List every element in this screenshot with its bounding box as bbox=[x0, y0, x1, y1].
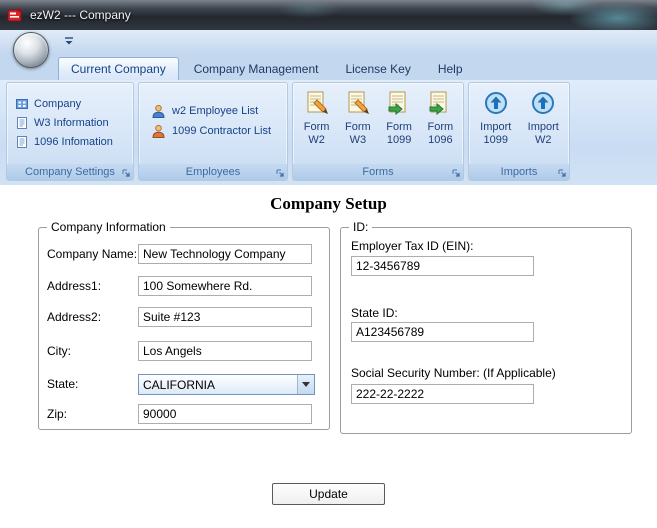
quick-access-toolbar bbox=[0, 30, 657, 54]
address1-input[interactable] bbox=[138, 276, 312, 296]
import-circle-arrow-icon bbox=[483, 90, 509, 116]
button-label-line: W2 bbox=[308, 134, 325, 146]
button-label-line: W2 bbox=[535, 134, 552, 146]
state-id-label: State ID: bbox=[351, 306, 398, 320]
main-content: Company Setup Company Information Compan… bbox=[0, 185, 657, 528]
groupbox-legend: Company Information bbox=[47, 220, 170, 234]
ribbon-item-w3-information[interactable]: W3 Information bbox=[7, 113, 133, 132]
group-label-text: Company Settings bbox=[25, 166, 115, 178]
button-label-line: W3 bbox=[349, 134, 367, 146]
ribbon-item-label: W3 Information bbox=[34, 116, 109, 129]
contractor-1099-list-button[interactable]: 1099 Contractor List bbox=[139, 121, 287, 141]
button-label-line: Form bbox=[386, 121, 412, 133]
button-label-line: Form bbox=[345, 121, 371, 133]
w2-employee-list-button[interactable]: w2 Employee List bbox=[139, 101, 287, 121]
ssn-input[interactable] bbox=[351, 384, 534, 404]
button-label-line: Import bbox=[480, 121, 512, 133]
button-label-line: 1099 bbox=[386, 134, 412, 146]
ribbon-group-imports: Import 1099 Import W2 Imports bbox=[468, 82, 570, 181]
zip-label: Zip: bbox=[47, 407, 68, 421]
group-label-forms: Forms bbox=[293, 164, 463, 180]
employee-person-icon bbox=[151, 104, 166, 119]
form-pencil-icon bbox=[345, 90, 371, 116]
state-id-input[interactable] bbox=[351, 322, 534, 342]
form-arrow-icon bbox=[427, 90, 453, 116]
group-label-company-settings: Company Settings bbox=[7, 164, 133, 180]
company-building-icon bbox=[15, 97, 29, 111]
form-w3-button[interactable]: Form W3 bbox=[338, 86, 377, 164]
qat-dropdown-icon[interactable] bbox=[62, 35, 76, 49]
form-pencil-icon bbox=[304, 90, 330, 116]
button-label-line: 1099 bbox=[483, 134, 508, 146]
tab-company-management[interactable]: Company Management bbox=[182, 59, 331, 80]
w3-document-icon bbox=[15, 116, 29, 130]
ribbon-item-label: 1096 Infomation bbox=[34, 135, 113, 148]
app-icon bbox=[7, 7, 23, 23]
ssn-label: Social Security Number: (If Applicable) bbox=[351, 366, 556, 380]
group-label-text: Employees bbox=[185, 166, 241, 178]
ribbon-item-company[interactable]: Company bbox=[7, 94, 133, 113]
ribbon-item-1096-information[interactable]: 1096 Infomation bbox=[7, 132, 133, 151]
window-title: ezW2 --- Company bbox=[30, 8, 131, 22]
company-name-label: Company Name: bbox=[47, 247, 138, 261]
ribbon-item-label: w2 Employee List bbox=[172, 105, 259, 117]
tab-current-company[interactable]: Current Company bbox=[58, 57, 179, 80]
ribbon-group-company-settings: Company W3 Information 1096 Infomation C… bbox=[6, 82, 134, 181]
ribbon-group-employees: w2 Employee List 1099 Contractor List Em… bbox=[138, 82, 288, 181]
group-label-imports: Imports bbox=[469, 164, 569, 180]
ribbon-item-label: 1099 Contractor List bbox=[172, 125, 272, 137]
address2-label: Address2: bbox=[47, 310, 102, 324]
contractor-person-icon bbox=[151, 124, 166, 139]
button-label-line: Form bbox=[303, 121, 330, 133]
form-arrow-icon bbox=[386, 90, 412, 116]
button-label-line: Import bbox=[527, 121, 559, 133]
form-1096-button[interactable]: Form 1096 bbox=[421, 86, 460, 164]
state-select[interactable]: CALIFORNIA bbox=[138, 374, 315, 395]
city-label: City: bbox=[47, 344, 71, 358]
import-circle-arrow-icon bbox=[530, 90, 556, 116]
group-label-text: Imports bbox=[500, 166, 538, 178]
form-w2-button[interactable]: Form W2 bbox=[297, 86, 336, 164]
ribbon-group-forms: Form W2 Form W3 Form 1099 Form 1096 Form… bbox=[292, 82, 464, 181]
state-label: State: bbox=[47, 377, 79, 391]
chevron-down-icon bbox=[297, 375, 314, 394]
ein-input[interactable] bbox=[351, 256, 534, 276]
groupbox-legend: ID: bbox=[349, 220, 373, 234]
dialog-launcher-icon[interactable] bbox=[275, 167, 285, 177]
dialog-launcher-icon[interactable] bbox=[451, 167, 461, 177]
application-menu-button[interactable] bbox=[13, 32, 49, 68]
zip-input[interactable] bbox=[138, 404, 312, 424]
app-window: ezW2 --- Company Current Company Company… bbox=[0, 0, 657, 528]
group-label-text: Forms bbox=[362, 166, 394, 178]
address1-label: Address1: bbox=[47, 279, 102, 293]
import-w2-button[interactable]: Import W2 bbox=[521, 86, 567, 164]
dialog-launcher-icon[interactable] bbox=[557, 167, 567, 177]
city-input[interactable] bbox=[138, 341, 312, 361]
ribbon-tab-row: Current Company Company Management Licen… bbox=[0, 54, 657, 80]
import-1099-button[interactable]: Import 1099 bbox=[473, 86, 519, 164]
form-1096-document-icon bbox=[15, 135, 29, 149]
tab-help[interactable]: Help bbox=[426, 59, 475, 80]
ein-label: Employer Tax ID (EIN): bbox=[351, 239, 474, 253]
page-title: Company Setup bbox=[270, 194, 387, 213]
id-groupbox: ID: Employer Tax ID (EIN): State ID: Soc… bbox=[340, 220, 632, 434]
address2-input[interactable] bbox=[138, 307, 312, 327]
button-label-line: Form bbox=[427, 121, 454, 133]
state-select-value: CALIFORNIA bbox=[143, 377, 216, 392]
tab-license-key[interactable]: License Key bbox=[333, 59, 422, 80]
update-button[interactable]: Update bbox=[272, 483, 385, 505]
company-name-input[interactable] bbox=[138, 244, 312, 264]
ribbon-body: Company W3 Information 1096 Infomation C… bbox=[0, 80, 657, 185]
group-label-employees: Employees bbox=[139, 164, 287, 180]
ribbon-item-label: Company bbox=[34, 97, 82, 110]
dialog-launcher-icon[interactable] bbox=[121, 167, 131, 177]
button-label-line: 1096 bbox=[428, 134, 453, 146]
company-information-groupbox: Company Information Company Name: Addres… bbox=[38, 220, 330, 430]
form-1099-button[interactable]: Form 1099 bbox=[380, 86, 419, 164]
titlebar: ezW2 --- Company bbox=[0, 0, 657, 30]
ribbon: Current Company Company Management Licen… bbox=[0, 30, 657, 185]
